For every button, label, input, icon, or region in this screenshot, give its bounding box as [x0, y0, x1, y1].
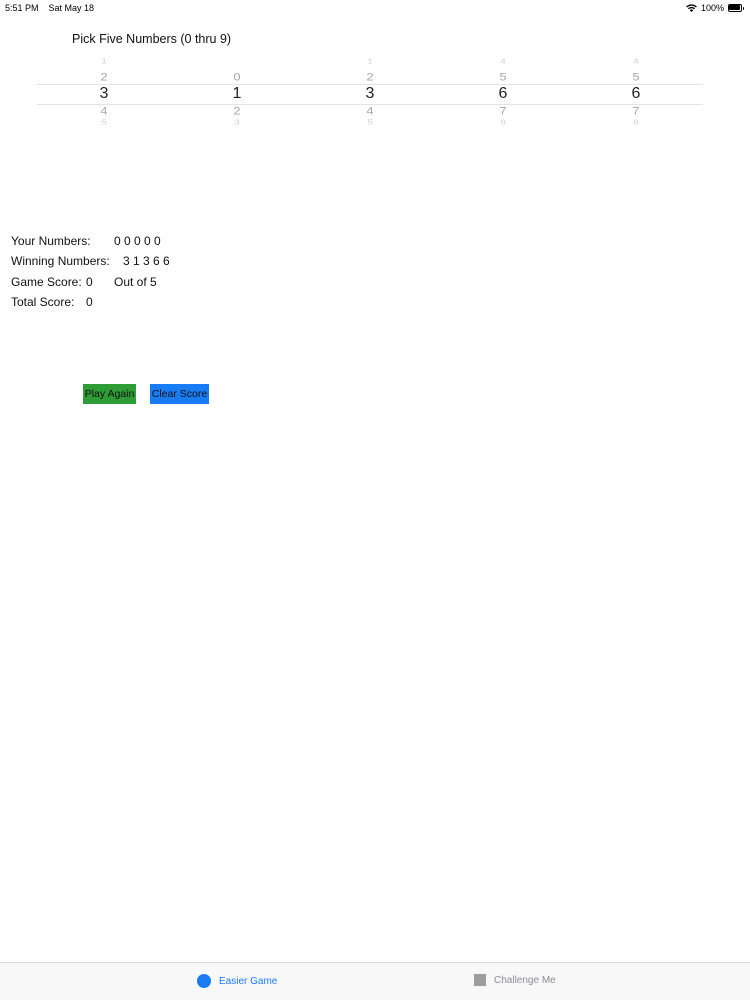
game-score-value: 0: [86, 275, 93, 289]
picker-wheel-2-above1[interactable]: 0: [217, 71, 257, 82]
battery-icon: [728, 4, 744, 12]
winning-numbers-value: 3 1 3 6 6: [123, 254, 170, 268]
picker-wheel-4-below2[interactable]: 8: [483, 119, 523, 127]
tab-easier-game-label: Easier Game: [219, 975, 278, 987]
picker-wheel-1-above1[interactable]: 2: [84, 71, 124, 82]
picker-wheel-5[interactable]: 4 5 6 7 8: [616, 56, 656, 132]
tab-challenge-me-label: Challenge Me: [494, 974, 556, 986]
picker-wheel-4-below1[interactable]: 7: [483, 105, 523, 116]
picker-wheel-2-below1[interactable]: 2: [217, 105, 257, 116]
picker-wheel-2-selected[interactable]: 1: [217, 86, 257, 102]
number-picker[interactable]: 1 2 3 4 5 0 1 2 3 1 2 3 4 5 4 5 6 7 8 4 …: [37, 56, 703, 132]
status-time: 5:51 PM: [5, 3, 39, 13]
status-date: Sat May 18: [48, 3, 95, 13]
picker-wheel-1-above2[interactable]: 1: [84, 58, 124, 66]
game-score-label: Game Score:: [11, 275, 82, 289]
picker-wheel-3[interactable]: 1 2 3 4 5: [350, 56, 390, 132]
picker-wheel-1[interactable]: 1 2 3 4 5: [84, 56, 124, 132]
your-numbers-label: Your Numbers:: [11, 234, 91, 248]
picker-wheel-4[interactable]: 4 5 6 7 8: [483, 56, 523, 132]
picker-wheel-3-selected[interactable]: 3: [350, 86, 390, 102]
picker-wheel-1-below1[interactable]: 4: [84, 105, 124, 116]
picker-wheel-1-selected[interactable]: 3: [84, 86, 124, 102]
tab-challenge-me[interactable]: Challenge Me: [474, 974, 556, 986]
picker-wheel-4-selected[interactable]: 6: [483, 86, 523, 102]
picker-wheel-5-below2[interactable]: 8: [616, 119, 656, 127]
tab-easier-game[interactable]: Easier Game: [197, 974, 277, 988]
picker-title: Pick Five Numbers (0 thru 9): [72, 32, 232, 46]
play-again-button[interactable]: Play Again: [83, 384, 136, 404]
square-icon: [474, 974, 486, 986]
picker-wheel-3-below1[interactable]: 4: [350, 105, 390, 116]
picker-wheel-1-below2[interactable]: 5: [84, 119, 124, 127]
status-bar: 5:51 PM Sat May 18 100%: [0, 0, 750, 16]
picker-wheel-4-above2[interactable]: 4: [483, 58, 523, 66]
total-score-label: Total Score:: [11, 295, 75, 309]
circle-icon: [197, 974, 211, 988]
status-right: 100%: [686, 3, 744, 13]
wifi-icon: [686, 3, 697, 13]
picker-wheel-4-above1[interactable]: 5: [483, 71, 523, 82]
picker-wheel-5-selected[interactable]: 6: [616, 86, 656, 102]
picker-wheel-2[interactable]: 0 1 2 3: [217, 56, 257, 132]
out-of-label: Out of 5: [114, 275, 157, 289]
picker-wheel-5-below1[interactable]: 7: [616, 105, 656, 116]
battery-percent: 100%: [700, 3, 724, 13]
total-score-value: 0: [86, 295, 93, 309]
picker-wheel-5-above1[interactable]: 5: [616, 71, 656, 82]
picker-wheel-3-above1[interactable]: 2: [350, 71, 390, 82]
clear-score-button[interactable]: Clear Score: [150, 384, 209, 404]
picker-wheel-3-above2[interactable]: 1: [350, 58, 390, 66]
winning-numbers-label: Winning Numbers:: [11, 254, 110, 268]
status-left: 5:51 PM Sat May 18: [5, 3, 94, 13]
picker-wheel-2-below2[interactable]: 3: [217, 119, 257, 127]
picker-wheel-3-below2[interactable]: 5: [350, 119, 390, 127]
your-numbers-value: 0 0 0 0 0: [114, 234, 161, 248]
tab-bar: Easier Game Challenge Me: [0, 962, 750, 1000]
picker-wheel-5-above2[interactable]: 4: [616, 58, 656, 66]
